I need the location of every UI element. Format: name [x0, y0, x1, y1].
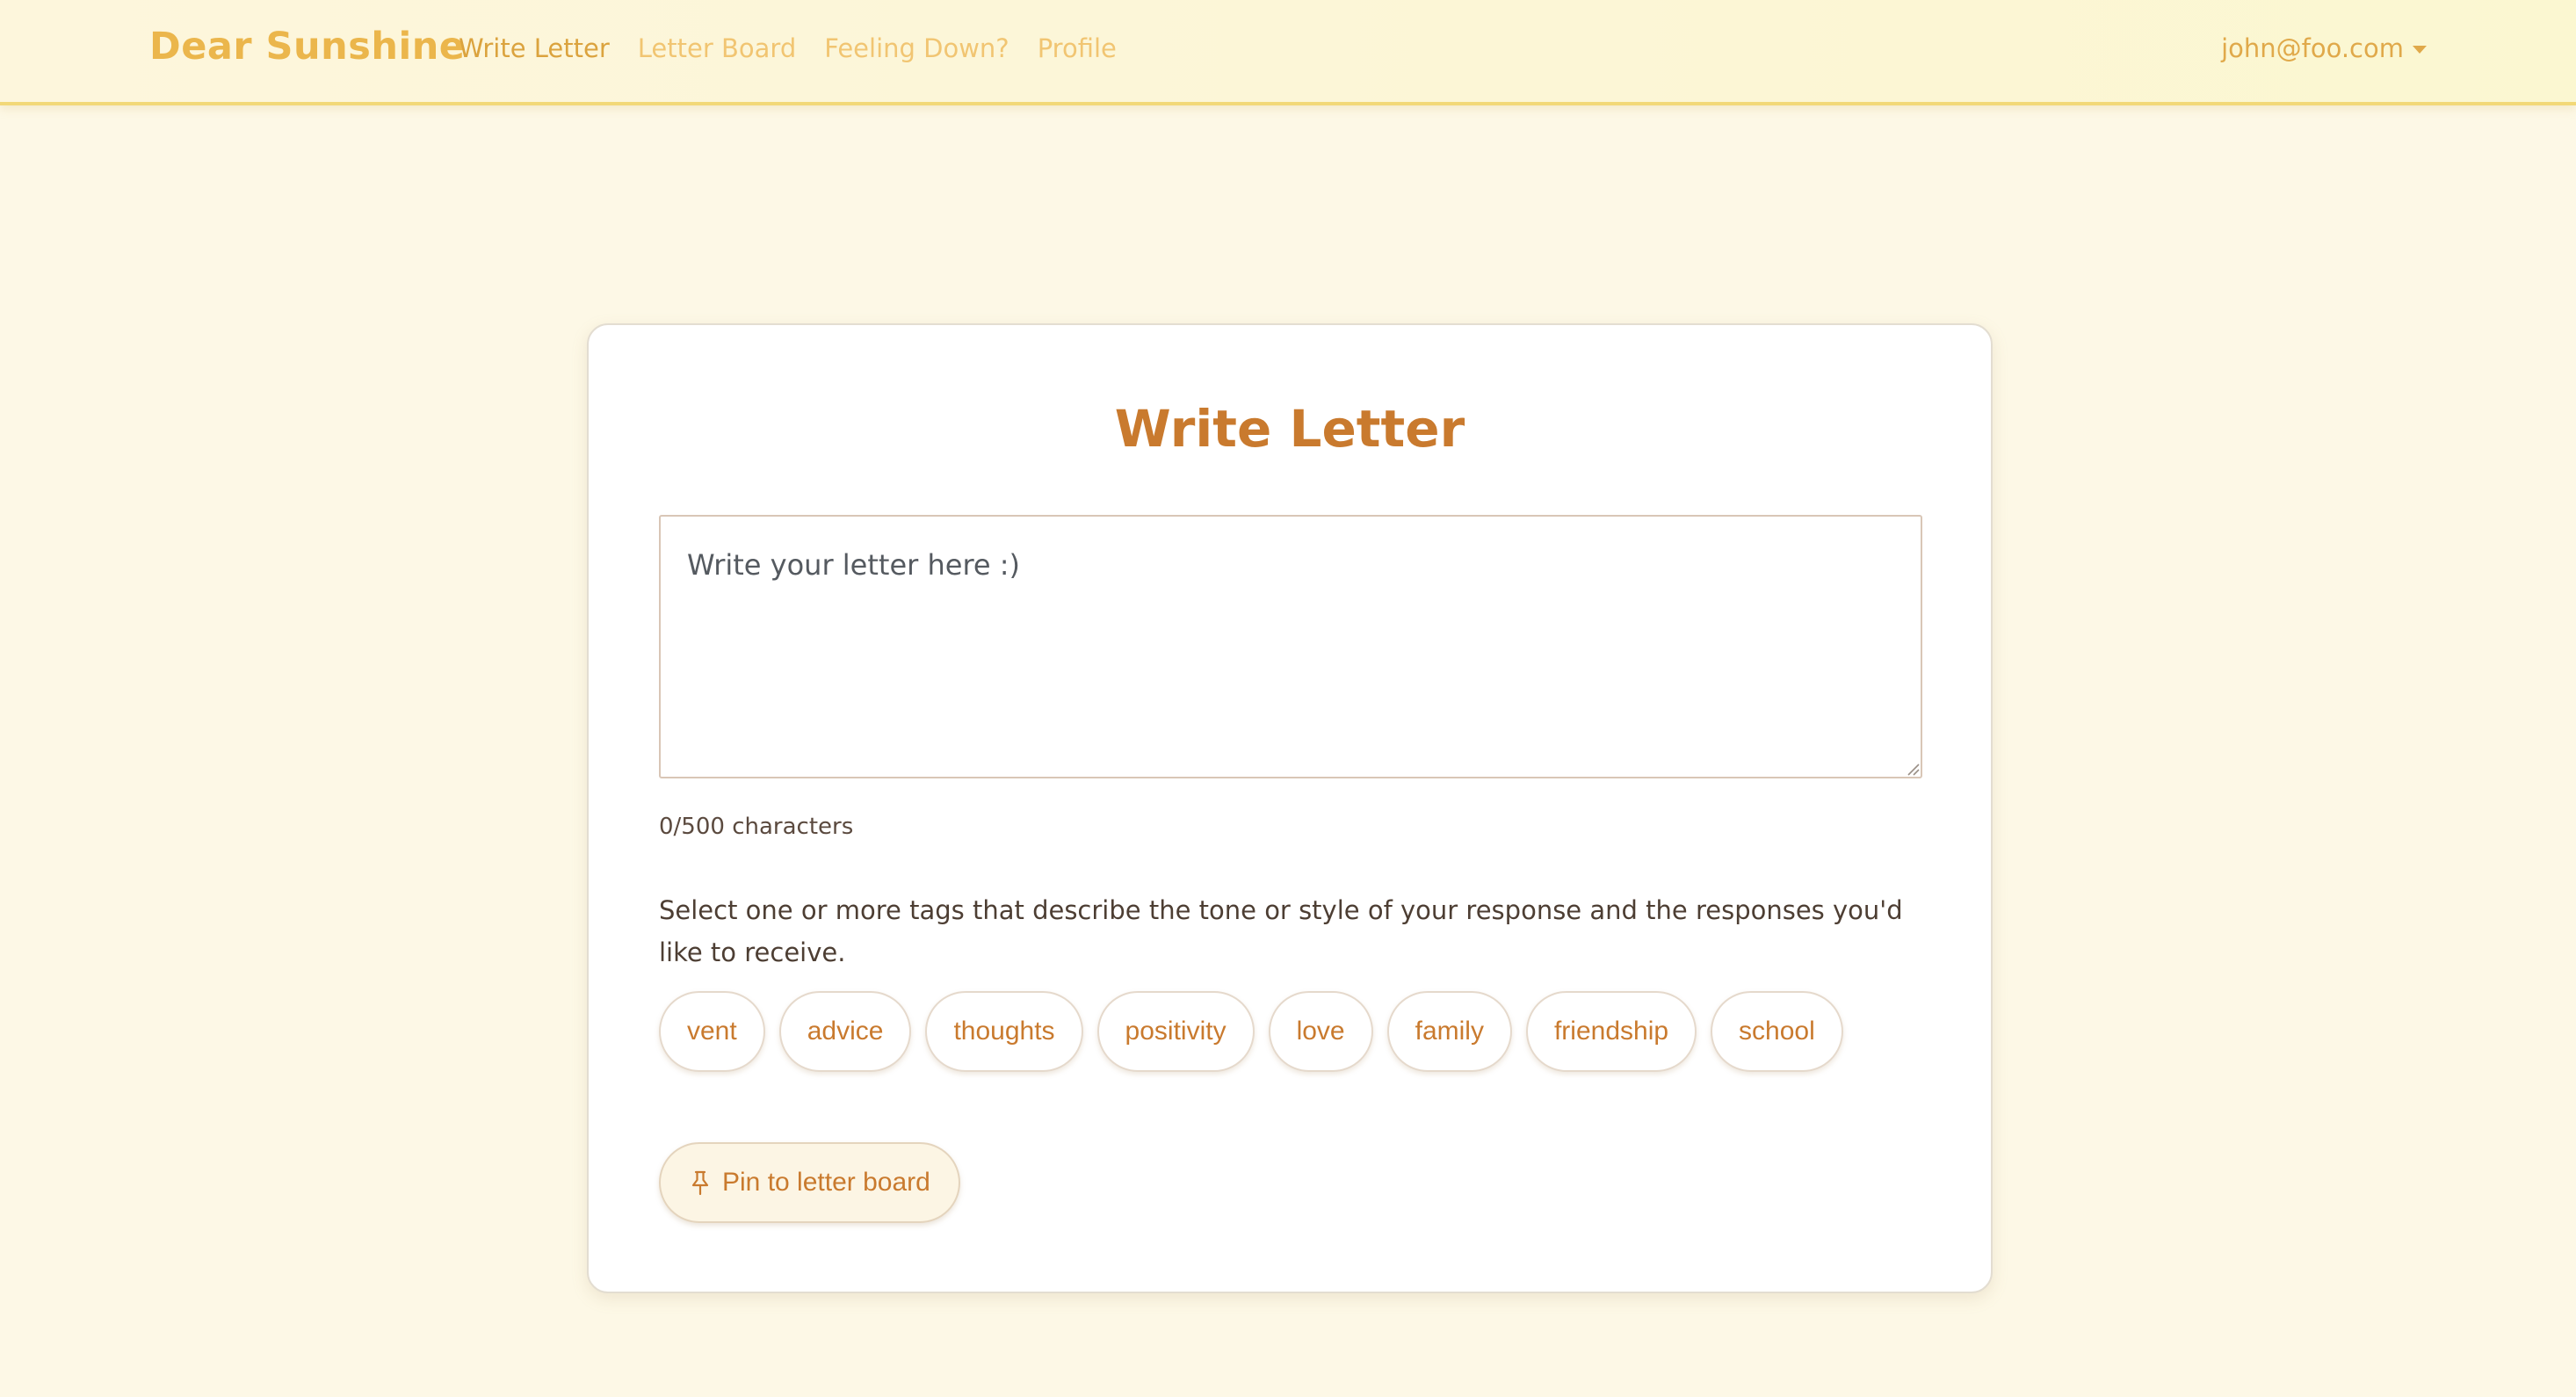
letter-textarea[interactable] [659, 515, 1922, 778]
nav-link-profile[interactable]: Profile [1038, 33, 1117, 63]
nav-link-feeling-down[interactable]: Feeling Down? [824, 33, 1009, 63]
page-title: Write Letter [1114, 399, 1465, 459]
write-letter-card: Write Letter 0/500 characters Select one… [587, 323, 1993, 1293]
caret-down-icon [2413, 45, 2427, 54]
nav-link-letter-board[interactable]: Letter Board [638, 33, 796, 63]
user-email: john@foo.com [2221, 33, 2404, 63]
tag-school[interactable]: school [1711, 991, 1843, 1072]
tag-vent[interactable]: vent [659, 991, 765, 1072]
pin-button-label: Pin to letter board [722, 1168, 930, 1197]
tag-positivity[interactable]: positivity [1096, 991, 1255, 1072]
user-menu-dropdown[interactable]: john@foo.com [2221, 33, 2427, 63]
tags-instructions: Select one or more tags that describe th… [659, 895, 1903, 967]
nav-links: Write Letter Letter Board Feeling Down? … [459, 33, 1117, 63]
top-navbar: Dear Sunshine Write Letter Letter Board … [0, 0, 2576, 105]
tag-list: vent advice thoughts positivity love fam… [659, 991, 1843, 1072]
tag-friendship[interactable]: friendship [1525, 991, 1697, 1072]
tag-advice[interactable]: advice [778, 991, 912, 1072]
tag-thoughts[interactable]: thoughts [925, 991, 1083, 1072]
pin-to-letter-board-button[interactable]: Pin to letter board [659, 1142, 960, 1223]
nav-link-write-letter[interactable]: Write Letter [459, 33, 610, 63]
tag-love[interactable]: love [1268, 991, 1373, 1072]
pin-icon [689, 1169, 712, 1196]
resize-handle-icon[interactable] [1905, 761, 1921, 777]
tag-family[interactable]: family [1386, 991, 1512, 1072]
brand-logo[interactable]: Dear Sunshine [149, 25, 465, 69]
character-counter: 0/500 characters [659, 814, 854, 840]
